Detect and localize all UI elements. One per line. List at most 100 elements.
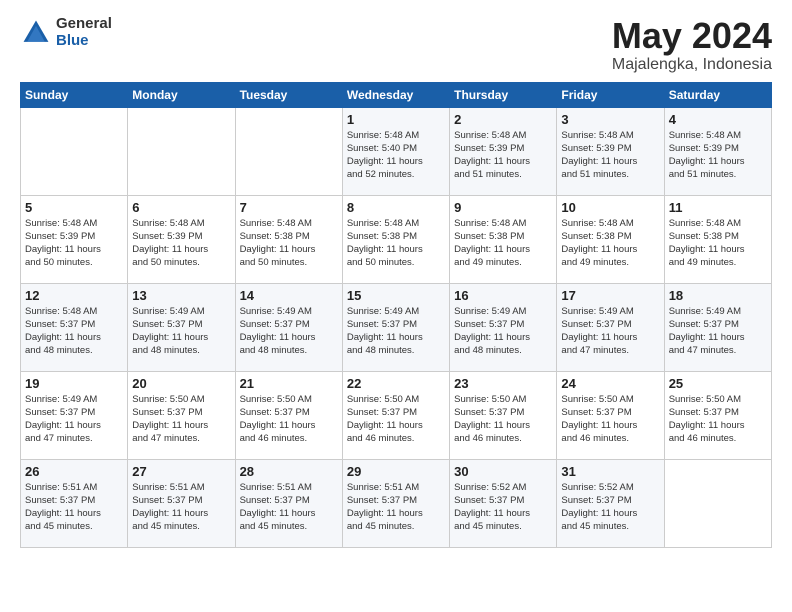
day-info: Sunrise: 5:48 AM Sunset: 5:39 PM Dayligh…: [132, 217, 230, 270]
day-number: 25: [669, 376, 767, 391]
day-number: 13: [132, 288, 230, 303]
calendar-cell: 15Sunrise: 5:49 AM Sunset: 5:37 PM Dayli…: [342, 283, 449, 371]
day-number: 24: [561, 376, 659, 391]
day-info: Sunrise: 5:50 AM Sunset: 5:37 PM Dayligh…: [669, 393, 767, 446]
day-number: 2: [454, 112, 552, 127]
header: General Blue May 2024 Majalengka, Indone…: [20, 16, 772, 74]
calendar-cell: 11 Sunrise: 5:48 AM Sunset: 5:38 PM Dayli…: [664, 195, 771, 283]
calendar-cell: 10 Sunrise: 5:48 AM Sunset: 5:38 PM Dayli…: [557, 195, 664, 283]
day-info: Sunrise: 5:52 AM Sunset: 5:37 PM Dayligh…: [454, 481, 552, 534]
calendar-cell: 4 Sunrise: 5:48 AM Sunset: 5:39 PM Daylig…: [664, 107, 771, 195]
day-info: Sunrise: 5:51 AM Sunset: 5:37 PM Dayligh…: [132, 481, 230, 534]
logo-icon: [20, 17, 52, 49]
calendar-cell: 31 Sunrise: 5:52 AM Sunset: 5:37 PM Dayli…: [557, 459, 664, 547]
day-header-tuesday: Tuesday: [235, 82, 342, 107]
day-number: 8: [347, 200, 445, 215]
day-number: 29: [347, 464, 445, 479]
day-info: Sunrise: 5:51 AM Sunset: 5:37 PM Dayligh…: [25, 481, 123, 534]
day-number: 3: [561, 112, 659, 127]
logo-general-text: General: [56, 16, 112, 33]
day-header-friday: Friday: [557, 82, 664, 107]
calendar-cell: 22Sunrise: 5:50 AM Sunset: 5:37 PM Dayli…: [342, 371, 449, 459]
calendar-cell: 30 Sunrise: 5:52 AM Sunset: 5:37 PM Dayli…: [450, 459, 557, 547]
day-header-wednesday: Wednesday: [342, 82, 449, 107]
calendar-cell: 27Sunrise: 5:51 AM Sunset: 5:37 PM Dayli…: [128, 459, 235, 547]
day-info: Sunrise: 5:51 AM Sunset: 5:37 PM Dayligh…: [240, 481, 338, 534]
day-number: 19: [25, 376, 123, 391]
calendar-cell: 16 Sunrise: 5:49 AM Sunset: 5:37 PM Dayli…: [450, 283, 557, 371]
calendar-cell: 24 Sunrise: 5:50 AM Sunset: 5:37 PM Dayli…: [557, 371, 664, 459]
day-info: Sunrise: 5:48 AM Sunset: 5:39 PM Dayligh…: [669, 129, 767, 182]
day-info: Sunrise: 5:48 AM Sunset: 5:39 PM Dayligh…: [454, 129, 552, 182]
day-header-row: SundayMondayTuesdayWednesdayThursdayFrid…: [21, 82, 772, 107]
day-number: 14: [240, 288, 338, 303]
calendar-cell: 26 Sunrise: 5:51 AM Sunset: 5:37 PM Dayli…: [21, 459, 128, 547]
day-number: 11: [669, 200, 767, 215]
day-number: 5: [25, 200, 123, 215]
calendar-cell: 29 Sunrise: 5:51 AM Sunset: 5:37 PM Dayli…: [342, 459, 449, 547]
day-info: Sunrise: 5:49 AM Sunset: 5:37 PM Dayligh…: [132, 305, 230, 358]
day-info: Sunrise: 5:48 AM Sunset: 5:38 PM Dayligh…: [669, 217, 767, 270]
calendar-cell: 2 Sunrise: 5:48 AM Sunset: 5:39 PM Daylig…: [450, 107, 557, 195]
calendar-cell: 25 Sunrise: 5:50 AM Sunset: 5:37 PM Dayli…: [664, 371, 771, 459]
day-number: 26: [25, 464, 123, 479]
calendar-cell: 19Sunrise: 5:49 AM Sunset: 5:37 PM Dayli…: [21, 371, 128, 459]
title-block: May 2024 Majalengka, Indonesia: [612, 16, 772, 74]
day-number: 18: [669, 288, 767, 303]
day-number: 7: [240, 200, 338, 215]
day-info: Sunrise: 5:48 AM Sunset: 5:38 PM Dayligh…: [454, 217, 552, 270]
day-header-monday: Monday: [128, 82, 235, 107]
day-number: 30: [454, 464, 552, 479]
calendar-cell: 1Sunrise: 5:48 AM Sunset: 5:40 PM Daylig…: [342, 107, 449, 195]
day-info: Sunrise: 5:50 AM Sunset: 5:37 PM Dayligh…: [454, 393, 552, 446]
week-row-4: 26 Sunrise: 5:51 AM Sunset: 5:37 PM Dayli…: [21, 459, 772, 547]
calendar-cell: 8 Sunrise: 5:48 AM Sunset: 5:38 PM Daylig…: [342, 195, 449, 283]
calendar-cell: 5 Sunrise: 5:48 AM Sunset: 5:39 PM Daylig…: [21, 195, 128, 283]
calendar-cell: 23 Sunrise: 5:50 AM Sunset: 5:37 PM Dayli…: [450, 371, 557, 459]
day-info: Sunrise: 5:48 AM Sunset: 5:39 PM Dayligh…: [25, 217, 123, 270]
logo-blue-text: Blue: [56, 33, 112, 50]
calendar-cell: 21 Sunrise: 5:50 AM Sunset: 5:37 PM Dayli…: [235, 371, 342, 459]
day-number: 20: [132, 376, 230, 391]
calendar-cell: [21, 107, 128, 195]
day-header-sunday: Sunday: [21, 82, 128, 107]
day-info: Sunrise: 5:48 AM Sunset: 5:38 PM Dayligh…: [561, 217, 659, 270]
day-number: 1: [347, 112, 445, 127]
calendar-cell: 9Sunrise: 5:48 AM Sunset: 5:38 PM Daylig…: [450, 195, 557, 283]
day-number: 4: [669, 112, 767, 127]
calendar-cell: 28Sunrise: 5:51 AM Sunset: 5:37 PM Dayli…: [235, 459, 342, 547]
page: General Blue May 2024 Majalengka, Indone…: [0, 0, 792, 612]
day-info: Sunrise: 5:49 AM Sunset: 5:37 PM Dayligh…: [561, 305, 659, 358]
day-number: 31: [561, 464, 659, 479]
calendar-cell: [128, 107, 235, 195]
day-info: Sunrise: 5:49 AM Sunset: 5:37 PM Dayligh…: [347, 305, 445, 358]
day-number: 16: [454, 288, 552, 303]
day-info: Sunrise: 5:48 AM Sunset: 5:38 PM Dayligh…: [347, 217, 445, 270]
logo: General Blue: [20, 16, 112, 49]
calendar-cell: 3 Sunrise: 5:48 AM Sunset: 5:39 PM Daylig…: [557, 107, 664, 195]
calendar-title: May 2024: [612, 16, 772, 56]
day-info: Sunrise: 5:51 AM Sunset: 5:37 PM Dayligh…: [347, 481, 445, 534]
calendar-cell: 7Sunrise: 5:48 AM Sunset: 5:38 PM Daylig…: [235, 195, 342, 283]
day-info: Sunrise: 5:49 AM Sunset: 5:37 PM Dayligh…: [454, 305, 552, 358]
day-info: Sunrise: 5:50 AM Sunset: 5:37 PM Dayligh…: [347, 393, 445, 446]
day-number: 17: [561, 288, 659, 303]
calendar-cell: 14Sunrise: 5:49 AM Sunset: 5:37 PM Dayli…: [235, 283, 342, 371]
week-row-0: 1Sunrise: 5:48 AM Sunset: 5:40 PM Daylig…: [21, 107, 772, 195]
calendar-cell: [664, 459, 771, 547]
week-row-3: 19Sunrise: 5:49 AM Sunset: 5:37 PM Dayli…: [21, 371, 772, 459]
day-number: 6: [132, 200, 230, 215]
day-info: Sunrise: 5:50 AM Sunset: 5:37 PM Dayligh…: [561, 393, 659, 446]
day-info: Sunrise: 5:49 AM Sunset: 5:37 PM Dayligh…: [669, 305, 767, 358]
logo-text: General Blue: [56, 16, 112, 49]
week-row-1: 5 Sunrise: 5:48 AM Sunset: 5:39 PM Daylig…: [21, 195, 772, 283]
calendar-cell: 18 Sunrise: 5:49 AM Sunset: 5:37 PM Dayli…: [664, 283, 771, 371]
calendar-cell: 20Sunrise: 5:50 AM Sunset: 5:37 PM Dayli…: [128, 371, 235, 459]
day-number: 10: [561, 200, 659, 215]
day-info: Sunrise: 5:50 AM Sunset: 5:37 PM Dayligh…: [240, 393, 338, 446]
day-info: Sunrise: 5:52 AM Sunset: 5:37 PM Dayligh…: [561, 481, 659, 534]
day-info: Sunrise: 5:48 AM Sunset: 5:39 PM Dayligh…: [561, 129, 659, 182]
day-number: 21: [240, 376, 338, 391]
day-number: 12: [25, 288, 123, 303]
day-number: 23: [454, 376, 552, 391]
